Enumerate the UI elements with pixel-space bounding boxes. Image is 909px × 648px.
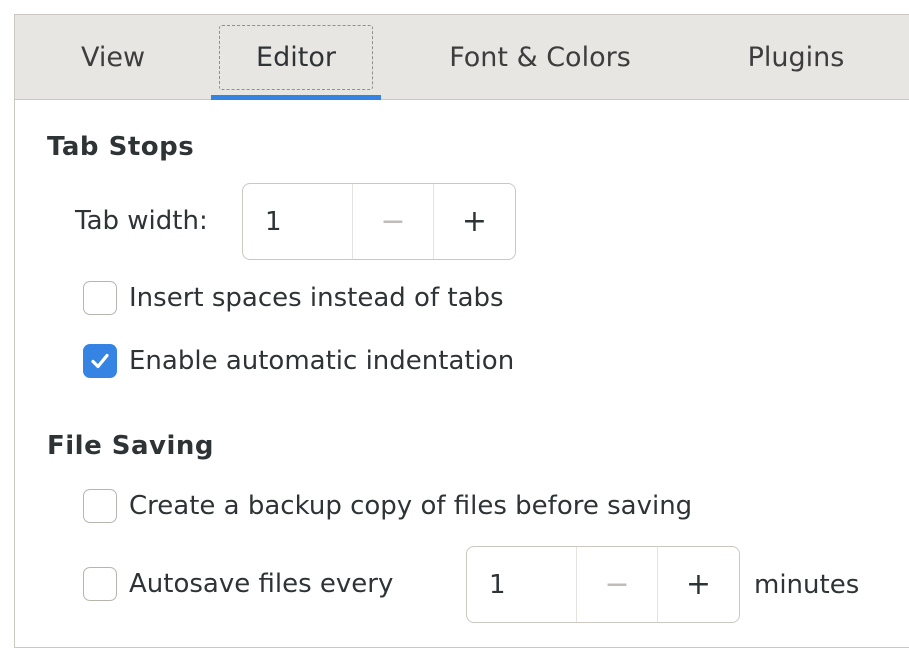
autosave-interval-spinbutton: 1 − + bbox=[466, 546, 740, 623]
tab-bar: View Editor Font & Colors Plugins bbox=[14, 14, 909, 101]
tab-width-increment-button[interactable]: + bbox=[434, 184, 515, 259]
autosave-interval-input[interactable]: 1 bbox=[467, 547, 577, 622]
tab-stops-heading: Tab Stops bbox=[47, 132, 195, 162]
file-saving-heading: File Saving bbox=[47, 431, 215, 461]
tab-width-spinbutton: 1 − + bbox=[242, 183, 516, 260]
tab-view-label: View bbox=[80, 42, 146, 73]
tab-font-colors-label: Font & Colors bbox=[449, 42, 631, 73]
tab-font-colors[interactable]: Font & Colors bbox=[420, 15, 660, 100]
insert-spaces-label: Insert spaces instead of tabs bbox=[129, 283, 504, 313]
backup-checkbox[interactable] bbox=[83, 489, 117, 523]
autosave-row[interactable]: Autosave files every bbox=[83, 567, 393, 601]
tab-view[interactable]: View bbox=[59, 15, 167, 100]
tab-plugins[interactable]: Plugins bbox=[721, 15, 871, 100]
backup-row[interactable]: Create a backup copy of files before sav… bbox=[83, 489, 692, 523]
checkmark-icon bbox=[91, 353, 109, 369]
auto-indent-row[interactable]: Enable automatic indentation bbox=[83, 344, 514, 378]
tab-width-input[interactable]: 1 bbox=[243, 184, 353, 259]
tab-width-decrement-button[interactable]: − bbox=[353, 184, 434, 259]
autosave-decrement-button[interactable]: − bbox=[577, 547, 658, 622]
preferences-window: View Editor Font & Colors Plugins Tab St… bbox=[0, 0, 909, 648]
auto-indent-checkbox[interactable] bbox=[83, 344, 117, 378]
insert-spaces-checkbox[interactable] bbox=[83, 281, 117, 315]
backup-label: Create a backup copy of files before sav… bbox=[129, 491, 693, 521]
tab-width-label: Tab width: bbox=[75, 206, 208, 236]
tab-plugins-label: Plugins bbox=[747, 42, 845, 73]
autosave-increment-button[interactable]: + bbox=[658, 547, 739, 622]
auto-indent-label: Enable automatic indentation bbox=[129, 346, 515, 376]
autosave-checkbox[interactable] bbox=[83, 567, 117, 601]
insert-spaces-row[interactable]: Insert spaces instead of tabs bbox=[83, 281, 504, 315]
autosave-label: Autosave files every bbox=[129, 569, 394, 599]
tab-editor[interactable]: Editor bbox=[211, 15, 381, 101]
editor-page: Tab Stops Tab width: 1 − + Insert spaces… bbox=[14, 100, 909, 648]
autosave-unit-label: minutes bbox=[754, 570, 860, 600]
tab-focus-ring bbox=[219, 25, 373, 90]
